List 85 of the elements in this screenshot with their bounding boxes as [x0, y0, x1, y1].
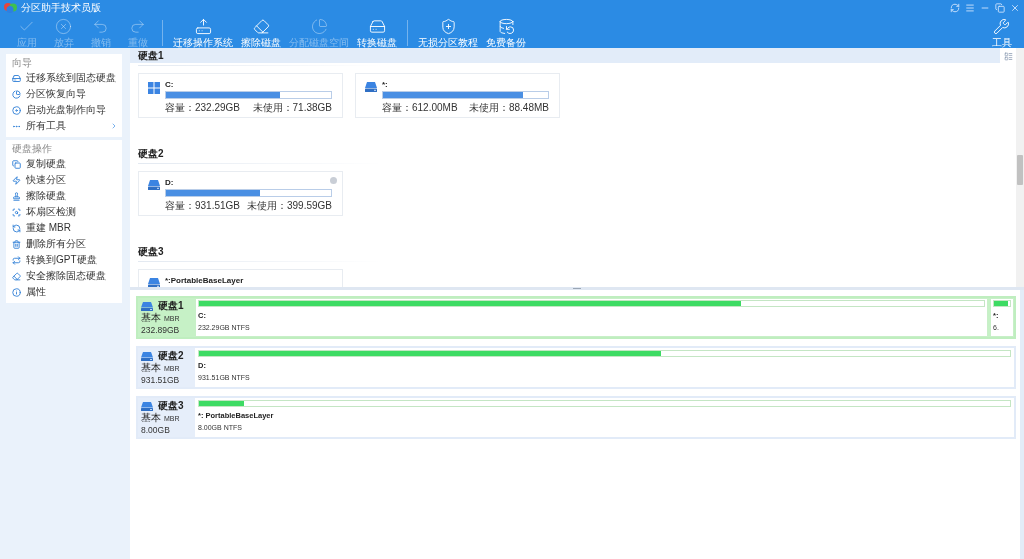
eraser-icon: [252, 18, 270, 35]
drive-icon: [141, 301, 153, 311]
restore-icon[interactable]: [995, 3, 1005, 13]
unused-text: 未使用：399.59GB: [246, 200, 332, 211]
scan-icon: [12, 207, 21, 217]
toolbar-button[interactable]: 迁移操作系统: [169, 18, 237, 48]
disc-icon: [12, 105, 21, 115]
disk-size: 8.00GB: [141, 425, 171, 436]
toolbar-button[interactable]: 无损分区教程: [414, 18, 482, 48]
capacity-text: 容量：931.51GB: [165, 200, 241, 211]
partition-card[interactable]: *: 容量：612.00MB 未使用：88.48MB: [355, 73, 560, 118]
drive-icon: [12, 73, 21, 83]
drive-icon: [148, 180, 160, 190]
sidebar-item[interactable]: 重建 MBR: [6, 220, 122, 236]
toolbar-button[interactable]: 免费备份: [482, 18, 530, 48]
disk-type: 基本: [141, 312, 161, 324]
close-icon[interactable]: [1010, 3, 1020, 13]
info-icon: [12, 287, 21, 297]
sidebar-item[interactable]: 启动光盘制作向导: [6, 102, 122, 118]
disk-type: 基本: [141, 362, 161, 374]
drive-icon: [148, 278, 160, 287]
sidebar-item[interactable]: 快速分区: [6, 172, 122, 188]
pie-chart-icon: [310, 18, 328, 35]
app-logo-icon: [4, 3, 17, 13]
disk-title: 硬盘3: [158, 400, 184, 412]
disk-size: 931.51GB: [141, 375, 181, 386]
window-title: 分区助手技术员版: [21, 2, 101, 14]
disk-title: 硬盘1: [158, 300, 184, 312]
refresh-icon[interactable]: [950, 3, 960, 13]
drive-icon: [368, 18, 386, 35]
partition-card[interactable]: C: 容量：232.29GB 未使用：71.38GB: [138, 73, 343, 118]
sidebar-item[interactable]: 迁移系统到固态硬盘: [6, 70, 122, 86]
splitter[interactable]: [130, 287, 1024, 290]
partition-name: D:: [165, 178, 175, 188]
scrollbar-thumb[interactable]: [1017, 155, 1023, 185]
refresh-icon: [12, 223, 21, 233]
window-grid-icon: [148, 82, 160, 94]
sidebar-item[interactable]: 删除所有分区: [6, 236, 122, 252]
unused-text: 未使用：88.48MB: [468, 102, 549, 113]
drive-icon: [141, 401, 153, 411]
partition-card[interactable]: D: 容量：931.51GB 未使用：399.59GB: [138, 171, 343, 216]
tools-button[interactable]: 工具: [983, 18, 1020, 48]
menu-icon[interactable]: [965, 3, 975, 13]
circle-x-icon: [55, 18, 72, 35]
disk-type: 基本: [141, 412, 161, 424]
partition-name: C:: [165, 80, 175, 90]
trash-icon: [12, 239, 21, 249]
wrench-icon: [993, 18, 1010, 35]
database-icon: [497, 18, 515, 35]
section-header: 硬盘1: [130, 48, 1000, 63]
shield-plus-icon: [439, 18, 457, 35]
scrollbar[interactable]: [1016, 48, 1024, 287]
sidebar-item[interactable]: 复制硬盘: [6, 156, 122, 172]
sidebar-item[interactable]: 擦除硬盘: [6, 188, 122, 204]
toolbar-button[interactable]: 擦除磁盘: [237, 18, 285, 48]
sidebar-item[interactable]: 所有工具: [6, 118, 122, 134]
sidebar-item[interactable]: 安全擦除固态硬盘: [6, 268, 122, 284]
capacity-text: 容量：232.29GB: [165, 102, 241, 113]
capacity-text: 容量：612.00MB: [382, 102, 458, 113]
stamp-icon: [12, 191, 21, 201]
disk-size: 232.89GB: [141, 325, 181, 336]
copy-icon: [12, 159, 21, 169]
lightning-icon: [12, 175, 21, 185]
sidebar-item[interactable]: 坏扇区检测: [6, 204, 122, 220]
list-view-icon[interactable]: [1003, 52, 1013, 61]
eraser-icon: [12, 271, 21, 281]
toolbar-button[interactable]: 转换磁盘: [353, 18, 401, 48]
drive-icon: [141, 351, 153, 361]
redo-icon: [129, 18, 146, 35]
drive-icon: [365, 82, 377, 92]
partition-name: *:PortableBaseLayer: [165, 276, 245, 286]
pie-chart-icon: [12, 89, 21, 99]
sidebar-item[interactable]: 属性: [6, 284, 122, 300]
undo-icon: [92, 18, 109, 35]
sidebar-item[interactable]: 分区恢复向导: [6, 86, 122, 102]
repeat-icon: [12, 255, 21, 265]
disk-title: 硬盘2: [158, 350, 184, 362]
sidebar-item[interactable]: 转换到GPT硬盘: [6, 252, 122, 268]
partition-card[interactable]: *:PortableBaseLayer: [138, 269, 343, 287]
panel-title: 硬盘操作: [11, 142, 53, 156]
panel-title: 向导: [11, 56, 33, 70]
chevron-right-icon: [110, 122, 118, 130]
unused-text: 未使用：71.38GB: [252, 102, 332, 113]
partition-name: *:: [382, 80, 389, 90]
drive-arrow-icon: [194, 18, 212, 35]
